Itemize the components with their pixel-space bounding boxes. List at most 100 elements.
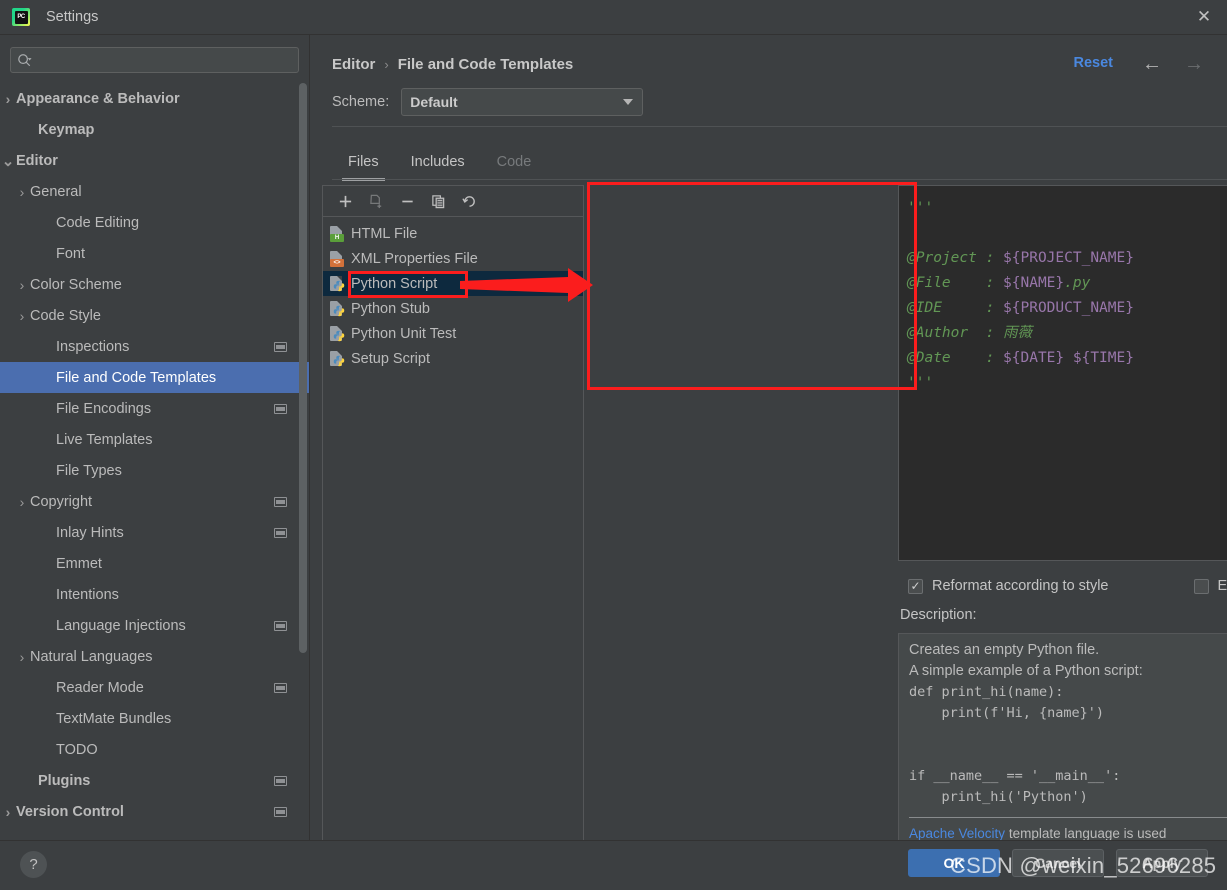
description-box: Creates an empty Python file. A simple ex… — [898, 633, 1227, 855]
apache-velocity-link[interactable]: Apache Velocity — [909, 826, 1005, 841]
template-list-item-label: Python Script — [351, 275, 438, 292]
template-list-items: H HTML File <> XML Properties File Python Sc… — [323, 217, 583, 371]
project-scope-icon — [274, 527, 287, 538]
sidebar-item-general[interactable]: › General — [0, 176, 309, 207]
sidebar-item-font[interactable]: Font — [0, 238, 309, 269]
live-templates-checkbox[interactable] — [1193, 578, 1209, 594]
chevron-down-icon[interactable]: ⌄ — [0, 153, 16, 170]
template-list-item[interactable]: <> XML Properties File — [323, 246, 583, 271]
sidebar-item-code-style[interactable]: › Code Style — [0, 300, 309, 331]
settings-tree: › Appearance & Behavior Keymap ⌄ Editor › Gene… — [0, 83, 309, 827]
sidebar-item-label: Intentions — [56, 586, 119, 603]
chevron-right-icon[interactable]: › — [14, 494, 30, 510]
arrow-right-icon[interactable]: → — [1181, 52, 1207, 76]
template-options-row: ✓ Reformat according to style Enable Liv… — [898, 573, 1227, 599]
sidebar-item-live-templates[interactable]: Live Templates — [0, 424, 309, 455]
breadcrumb-item-editor[interactable]: Editor — [332, 56, 375, 73]
sidebar-item-plugins[interactable]: Plugins — [0, 765, 309, 796]
sidebar-item-label: Reader Mode — [56, 679, 144, 696]
reformat-checkbox-group[interactable]: ✓ Reformat according to style — [908, 578, 1109, 594]
sidebar-scrollbar[interactable] — [299, 83, 307, 653]
description-divider — [909, 817, 1227, 818]
sidebar-item-label: File Encodings — [56, 400, 152, 417]
velocity-note-text: template language is used — [1005, 826, 1167, 841]
reset-template-button[interactable] — [455, 188, 483, 214]
copy-template-button[interactable] — [424, 188, 452, 214]
sidebar-item-reader-mode[interactable]: Reader Mode — [0, 672, 309, 703]
search-icon — [18, 53, 32, 66]
sidebar-item-label: Color Scheme — [30, 276, 122, 293]
reformat-checkbox[interactable]: ✓ — [908, 578, 923, 594]
description-line: A simple example of a Python script: — [909, 663, 1143, 679]
chevron-right-icon[interactable]: › — [0, 804, 16, 820]
template-list-item-label: HTML File — [351, 225, 418, 242]
chevron-right-icon[interactable]: › — [14, 184, 30, 200]
sidebar-item-label: Copyright — [30, 493, 93, 510]
breadcrumb-item-current: File and Code Templates — [397, 55, 574, 73]
help-button[interactable]: ? — [20, 851, 47, 878]
add-template-button[interactable] — [331, 188, 359, 214]
chevron-right-icon[interactable]: › — [14, 277, 30, 293]
description-line: print(f'Hi, {name}') — [909, 705, 1105, 721]
sidebar-item-editor[interactable]: ⌄ Editor — [0, 145, 309, 176]
template-list-item[interactable]: Python Stub — [323, 296, 583, 321]
description-line — [909, 745, 1227, 766]
sidebar-item-label: Font — [56, 245, 86, 262]
project-scope-icon — [274, 620, 287, 631]
sidebar-item-copyright[interactable]: › Copyright — [0, 486, 309, 517]
sidebar-item-intentions[interactable]: Intentions — [0, 579, 309, 610]
arrow-left-icon[interactable]: ← — [1139, 52, 1165, 76]
sidebar-item-inlay-hints[interactable]: Inlay Hints — [0, 517, 309, 548]
sidebar-item-label: Keymap — [38, 121, 95, 138]
live-templates-checkbox-group[interactable]: Enable Live Templates — [1193, 578, 1227, 594]
code-comment: @Author : 雨薇 — [907, 325, 1033, 341]
template-list-panel: H HTML File <> XML Properties File Python Sc… — [322, 185, 584, 857]
template-code-editor[interactable]: ''' @Project : ${PROJECT_NAME} @File : ${… — [898, 185, 1227, 561]
template-list-item[interactable]: H HTML File — [323, 221, 583, 246]
sidebar-item-file-types[interactable]: File Types — [0, 455, 309, 486]
sidebar-item-file-encodings[interactable]: File Encodings — [0, 393, 309, 424]
sidebar-item-emmet[interactable]: Emmet — [0, 548, 309, 579]
chevron-right-icon[interactable]: › — [0, 91, 16, 107]
code-comment: ''' — [907, 375, 934, 391]
sidebar-item-textmate-bundles[interactable]: TextMate Bundles — [0, 703, 309, 734]
python-file-icon — [329, 325, 345, 342]
remove-template-button[interactable] — [393, 188, 421, 214]
velocity-note: Apache Velocity template language is use… — [909, 826, 1166, 841]
template-list-item[interactable]: Python Script — [323, 271, 583, 296]
tab-files[interactable]: Files — [332, 154, 395, 181]
sidebar-item-natural-languages[interactable]: › Natural Languages — [0, 641, 309, 672]
code-line: @IDE : ${PRODUCT_NAME} — [907, 296, 1227, 321]
chevron-right-icon[interactable]: › — [14, 649, 30, 665]
reset-link[interactable]: Reset — [1074, 55, 1114, 71]
sidebar-item-keymap[interactable]: Keymap — [0, 114, 309, 145]
sidebar-item-version-control[interactable]: › Version Control — [0, 796, 309, 827]
sidebar-item-color-scheme[interactable]: › Color Scheme — [0, 269, 309, 300]
sidebar-item-language-injections[interactable]: Language Injections — [0, 610, 309, 641]
sidebar-item-code-editing[interactable]: Code Editing — [0, 207, 309, 238]
add-child-template-button — [362, 188, 390, 214]
sidebar-item-file-and-code-templates[interactable]: File and Code Templates — [0, 362, 309, 393]
breadcrumb: Editor › File and Code Templates Reset ←… — [310, 47, 1227, 81]
sidebar-item-todo[interactable]: TODO — [0, 734, 309, 765]
close-icon[interactable]: ✕ — [1181, 0, 1227, 34]
description-label: Description: — [900, 607, 977, 623]
scheme-select[interactable]: Default — [401, 88, 644, 116]
python-file-icon — [329, 350, 345, 367]
watermark: CSDN @weixin_52696285 — [950, 853, 1217, 878]
sidebar-item-appearance-behavior[interactable]: › Appearance & Behavior — [0, 83, 309, 114]
sidebar-item-label: Natural Languages — [30, 648, 153, 665]
search-field-wrapper — [0, 35, 309, 81]
sidebar-item-inspections[interactable]: Inspections — [0, 331, 309, 362]
code-line: @File : ${NAME}.py — [907, 271, 1227, 296]
chevron-right-icon[interactable]: › — [14, 308, 30, 324]
search-box[interactable] — [10, 47, 299, 73]
template-list-item[interactable]: Setup Script — [323, 346, 583, 371]
template-list-item[interactable]: Python Unit Test — [323, 321, 583, 346]
tab-includes[interactable]: Includes — [395, 154, 481, 180]
sidebar-item-label: Live Templates — [56, 431, 153, 448]
description-line: Creates an empty Python file. — [909, 642, 1100, 658]
sidebar-item-label: File and Code Templates — [56, 369, 217, 386]
search-input[interactable] — [36, 52, 292, 68]
sidebar-item-label: Emmet — [56, 555, 102, 572]
